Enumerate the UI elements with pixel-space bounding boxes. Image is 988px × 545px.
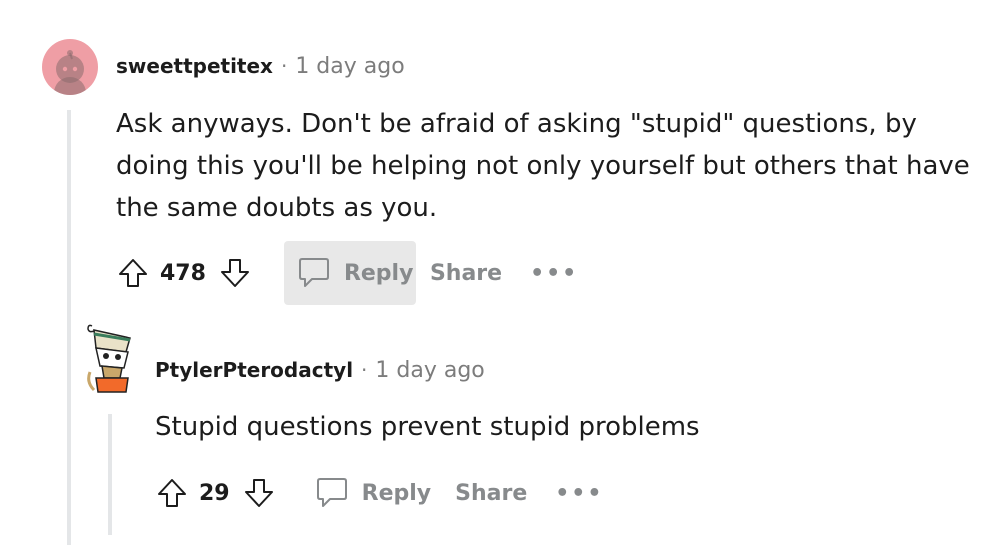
vote-count: 478 bbox=[160, 260, 206, 286]
comment-body-line: Stupid questions prevent stupid problems bbox=[155, 412, 700, 442]
comment-actions: 29 Reply Share ••• bbox=[155, 461, 603, 525]
comment-body: Stupid questions prevent stupid problems bbox=[155, 406, 955, 448]
thread-line[interactable] bbox=[108, 414, 112, 535]
comment-body-line: Ask anyways. Don't be afraid of asking "… bbox=[116, 109, 917, 139]
meta-separator: · bbox=[361, 358, 368, 382]
reply-button[interactable]: Reply bbox=[283, 241, 416, 305]
share-button[interactable]: Share bbox=[430, 261, 502, 286]
downvote-icon[interactable] bbox=[242, 476, 276, 510]
username[interactable]: sweettpetitex bbox=[116, 54, 273, 78]
snoo-avatar-icon bbox=[54, 50, 86, 95]
reply-label: Reply bbox=[343, 260, 414, 286]
avatar[interactable] bbox=[42, 39, 98, 95]
comment-body-line: doing this you'll be helping not only yo… bbox=[116, 151, 970, 181]
reply-button[interactable]: Reply bbox=[302, 461, 440, 525]
comment-bubble-icon bbox=[314, 475, 350, 511]
comment-body: Ask anyways. Don't be afraid of asking "… bbox=[116, 103, 986, 229]
more-options-button[interactable]: ••• bbox=[530, 261, 578, 286]
comment-actions: 478 Reply Share ••• bbox=[116, 241, 578, 305]
upvote-icon[interactable] bbox=[116, 256, 150, 290]
timestamp[interactable]: 1 day ago bbox=[295, 54, 404, 79]
share-button[interactable]: Share bbox=[455, 481, 527, 506]
vote-count: 29 bbox=[199, 480, 230, 506]
username[interactable]: PtylerPterodactyl bbox=[155, 358, 353, 382]
meta-separator: · bbox=[280, 54, 288, 78]
comment-meta: sweettpetitex · 1 day ago bbox=[116, 54, 405, 79]
custom-avatar-icon bbox=[87, 324, 131, 393]
comment-body-line: the same doubts as you. bbox=[116, 193, 438, 223]
reply-label: Reply bbox=[361, 480, 432, 506]
avatar[interactable] bbox=[86, 322, 138, 398]
thread-line[interactable] bbox=[67, 110, 71, 545]
upvote-icon[interactable] bbox=[155, 476, 189, 510]
comment-bubble-icon bbox=[296, 255, 332, 291]
timestamp[interactable]: 1 day ago bbox=[375, 358, 484, 383]
comment-meta: PtylerPterodactyl · 1 day ago bbox=[155, 358, 485, 383]
more-options-button[interactable]: ••• bbox=[555, 481, 603, 506]
downvote-icon[interactable] bbox=[218, 256, 252, 290]
